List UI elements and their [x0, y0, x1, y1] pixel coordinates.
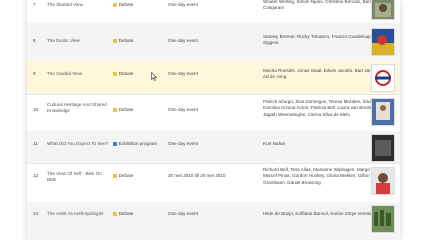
event-title-link[interactable]: The Artist As Anthropologist — [47, 211, 115, 217]
event-type-label: Debate — [118, 38, 134, 43]
event-thumbnail[interactable] — [371, 167, 395, 195]
event-thumbnail[interactable] — [371, 64, 395, 92]
debate-tag-icon — [113, 108, 117, 112]
event-type-label: Debate — [118, 2, 134, 7]
debate-tag-icon — [113, 174, 117, 178]
row-number: 13 — [33, 211, 39, 216]
exhibition-tag-icon — [113, 142, 117, 146]
debate-tag-icon — [113, 3, 117, 7]
debate-tag-icon — [113, 39, 117, 43]
event-type: Debate — [113, 173, 133, 179]
event-type: Debate — [113, 107, 133, 113]
event-title-link[interactable]: The Slanted View — [47, 2, 115, 8]
event-date: 30 mei 2010 till 30 mei 2010 — [168, 173, 226, 178]
row-number: 11 — [33, 141, 38, 146]
event-type: Debate — [113, 2, 133, 8]
table-row[interactable]: 9 The Guided View Debate One day event M… — [27, 61, 400, 95]
table-row[interactable]: 10 Cultural Heritage And Shared Knowledg… — [27, 94, 400, 132]
event-thumbnail[interactable] — [371, 0, 395, 20]
event-thumbnail[interactable] — [371, 134, 395, 162]
event-type-label: Debate — [118, 107, 134, 112]
event-title-link[interactable]: The Exotic View — [47, 38, 115, 44]
event-type: Exhibition program — [113, 141, 157, 147]
event-date: One day event — [168, 141, 198, 146]
event-type: Debate — [113, 71, 133, 77]
row-number: 8 — [33, 38, 36, 43]
table-row[interactable]: 13 The Artist As Anthropologist Debate O… — [27, 202, 400, 240]
event-thumbnail[interactable] — [371, 28, 395, 56]
debate-tag-icon — [113, 72, 117, 76]
mouse-cursor-icon — [151, 72, 157, 81]
event-type-label: Debate — [118, 211, 134, 216]
debate-tag-icon — [113, 212, 117, 216]
row-number: 7 — [33, 2, 36, 7]
row-number: 12 — [33, 173, 39, 178]
table-row[interactable]: 8 The Exotic View Debate One day event S… — [27, 23, 400, 62]
event-title-link[interactable]: Cultural Heritage And Shared Knowledge — [47, 102, 115, 115]
event-date: One day event — [168, 211, 198, 216]
event-type-label: Debate — [118, 71, 134, 76]
row-number: 9 — [33, 71, 36, 76]
event-thumbnail[interactable] — [371, 98, 395, 126]
event-type-label: Debate — [118, 173, 134, 178]
event-type: Debate — [113, 38, 133, 44]
event-type-label: Exhibition program — [118, 141, 157, 146]
event-title-link[interactable]: The View Of Self - Blek On Blak — [47, 171, 103, 184]
event-type: Debate — [113, 211, 133, 217]
events-table: 7 The Slanted View Debate One day event … — [27, 0, 400, 240]
event-title-link[interactable]: The Guided View — [47, 71, 115, 77]
event-date: One day event — [168, 71, 198, 76]
event-title-link[interactable]: What Did You Expect To See? — [47, 141, 115, 147]
event-date: One day event — [168, 2, 198, 7]
event-date: One day event — [168, 107, 198, 112]
table-row[interactable]: 12 The View Of Self - Blek On Blak Debat… — [27, 163, 400, 203]
event-date: One day event — [168, 38, 198, 43]
table-row[interactable]: 7 The Slanted View Debate One day event … — [27, 0, 400, 24]
table-row[interactable]: 11 What Did You Expect To See? Exhibitio… — [27, 131, 400, 164]
row-number: 10 — [33, 107, 39, 112]
event-thumbnail[interactable] — [371, 205, 395, 233]
